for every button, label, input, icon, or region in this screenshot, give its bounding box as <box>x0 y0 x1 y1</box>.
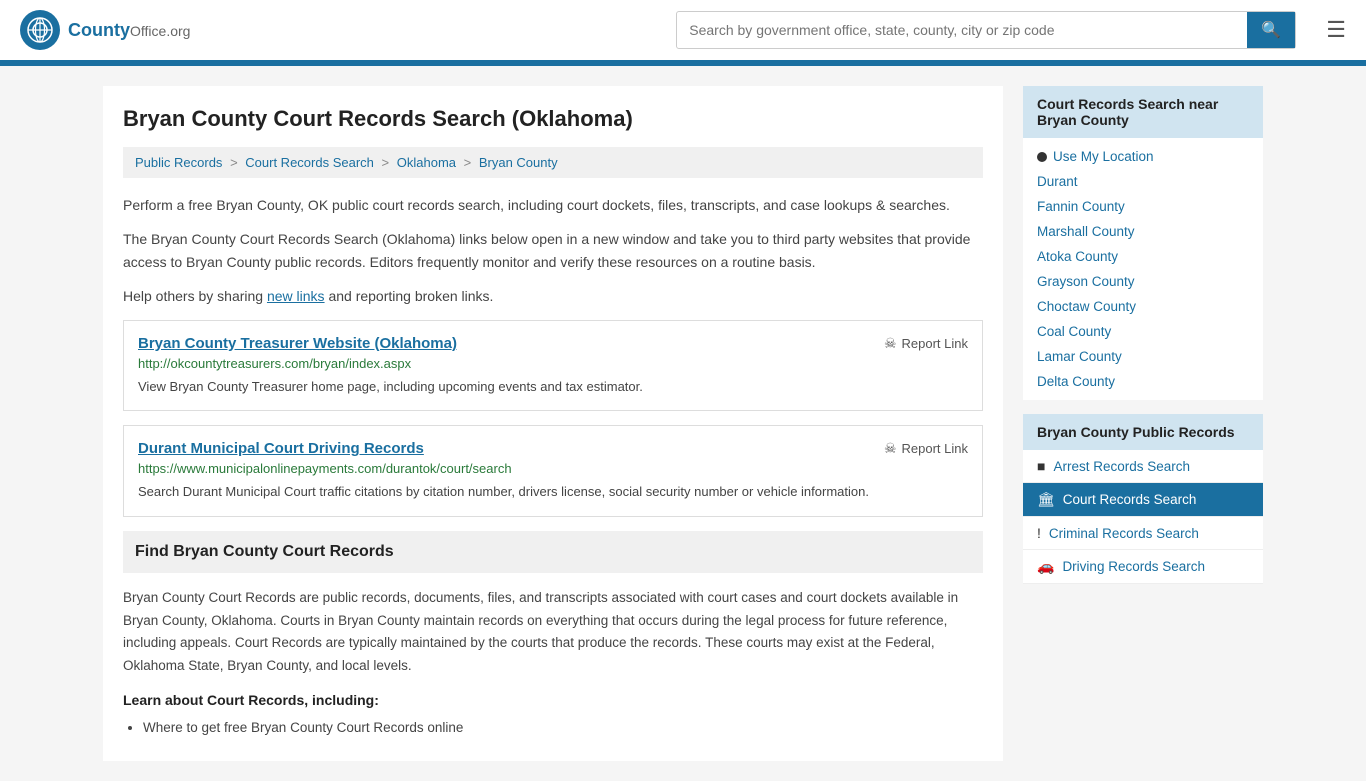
description-1: Perform a free Bryan County, OK public c… <box>123 194 983 216</box>
description-2: The Bryan County Court Records Search (O… <box>123 228 983 273</box>
description-3: Help others by sharing new links and rep… <box>123 285 983 307</box>
breadcrumb-bryan-county[interactable]: Bryan County <box>479 155 558 170</box>
breadcrumb: Public Records > Court Records Search > … <box>123 147 983 178</box>
pr-link-3[interactable]: Driving Records Search <box>1062 559 1205 574</box>
logo-text: CountyOffice.org <box>68 20 190 41</box>
pr-link-0[interactable]: Arrest Records Search <box>1053 459 1190 474</box>
search-button[interactable]: 🔍 <box>1247 12 1295 48</box>
public-records-list: ■ Arrest Records Search 🏛 Court Records … <box>1023 450 1263 584</box>
nearby-section: Court Records Search near Bryan County U… <box>1023 86 1263 400</box>
court-icon: 🏛 <box>1037 491 1055 508</box>
driving-icon: 🚗 <box>1037 558 1054 575</box>
find-section-header: Find Bryan County Court Records <box>123 531 983 573</box>
nearby-list: Use My Location Durant Fannin County Mar… <box>1023 138 1263 400</box>
nearby-item-8[interactable]: Delta County <box>1023 369 1263 394</box>
link-title-0[interactable]: Bryan County Treasurer Website (Oklahoma… <box>138 335 457 352</box>
use-location-link[interactable]: Use My Location <box>1053 149 1154 164</box>
report-icon-0: ☠ <box>884 335 897 352</box>
report-link-1[interactable]: ☠ Report Link <box>884 440 968 457</box>
report-link-0[interactable]: ☠ Report Link <box>884 335 968 352</box>
pr-item-3[interactable]: 🚗 Driving Records Search <box>1023 550 1263 584</box>
link-url-1: https://www.municipalonlinepayments.com/… <box>138 461 968 476</box>
breadcrumb-public-records[interactable]: Public Records <box>135 155 222 170</box>
use-location-item[interactable]: Use My Location <box>1023 144 1263 169</box>
site-header: CountyOffice.org 🔍 ☰ <box>0 0 1366 63</box>
pr-item-0[interactable]: ■ Arrest Records Search <box>1023 450 1263 483</box>
page-title: Bryan County Court Records Search (Oklah… <box>123 106 983 132</box>
link-card-1: Durant Municipal Court Driving Records ☠… <box>123 425 983 517</box>
find-section-title: Find Bryan County Court Records <box>135 543 971 561</box>
page-container: Bryan County Court Records Search (Oklah… <box>83 66 1283 781</box>
nearby-item-5[interactable]: Choctaw County <box>1023 294 1263 319</box>
menu-icon[interactable]: ☰ <box>1326 17 1346 43</box>
public-records-section: Bryan County Public Records ■ Arrest Rec… <box>1023 414 1263 584</box>
link-desc-0: View Bryan County Treasurer home page, i… <box>138 377 968 397</box>
arrest-icon: ■ <box>1037 458 1045 474</box>
pr-link-2[interactable]: Criminal Records Search <box>1049 526 1199 541</box>
site-logo[interactable]: CountyOffice.org <box>20 10 190 50</box>
nearby-item-2[interactable]: Marshall County <box>1023 219 1263 244</box>
find-section-body: Bryan County Court Records are public re… <box>123 587 983 679</box>
link-desc-1: Search Durant Municipal Court traffic ci… <box>138 482 968 502</box>
main-content: Bryan County Court Records Search (Oklah… <box>103 86 1003 761</box>
logo-icon <box>20 10 60 50</box>
link-url-0: http://okcountytreasurers.com/bryan/inde… <box>138 356 968 371</box>
sidebar: Court Records Search near Bryan County U… <box>1023 86 1263 761</box>
nearby-section-title: Court Records Search near Bryan County <box>1023 86 1263 138</box>
breadcrumb-oklahoma[interactable]: Oklahoma <box>397 155 456 170</box>
learn-list: Where to get free Bryan County Court Rec… <box>143 716 983 740</box>
search-bar: 🔍 <box>676 11 1296 49</box>
pr-link-1[interactable]: Court Records Search <box>1063 492 1197 507</box>
nearby-item-3[interactable]: Atoka County <box>1023 244 1263 269</box>
learn-item-0: Where to get free Bryan County Court Rec… <box>143 716 983 740</box>
learn-title: Learn about Court Records, including: <box>123 692 983 708</box>
nearby-item-0[interactable]: Durant <box>1023 169 1263 194</box>
new-links-link[interactable]: new links <box>267 288 325 304</box>
pr-item-1[interactable]: 🏛 Court Records Search <box>1023 483 1263 517</box>
public-records-title: Bryan County Public Records <box>1023 414 1263 450</box>
nearby-item-1[interactable]: Fannin County <box>1023 194 1263 219</box>
breadcrumb-court-records-search[interactable]: Court Records Search <box>245 155 374 170</box>
link-title-1[interactable]: Durant Municipal Court Driving Records <box>138 440 424 457</box>
nearby-item-4[interactable]: Grayson County <box>1023 269 1263 294</box>
report-icon-1: ☠ <box>884 440 897 457</box>
link-card-0: Bryan County Treasurer Website (Oklahoma… <box>123 320 983 412</box>
nearby-item-6[interactable]: Coal County <box>1023 319 1263 344</box>
criminal-icon: ! <box>1037 525 1041 541</box>
search-input[interactable] <box>677 14 1247 46</box>
pr-item-2[interactable]: ! Criminal Records Search <box>1023 517 1263 550</box>
nearby-item-7[interactable]: Lamar County <box>1023 344 1263 369</box>
location-dot-icon <box>1037 152 1047 162</box>
